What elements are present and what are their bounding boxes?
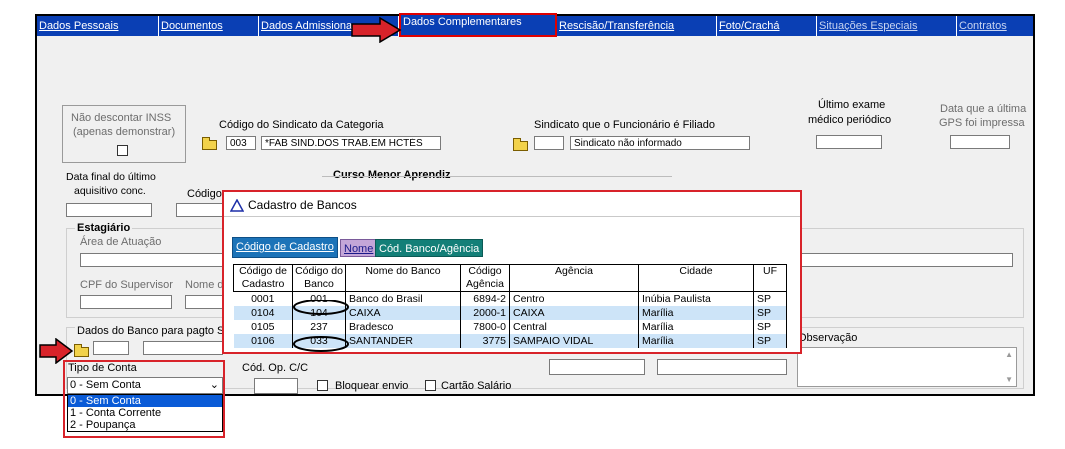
dialog-tab-cod-banco-agencia[interactable]: Cód. Banco/Agência <box>375 239 484 257</box>
observacao-textarea[interactable]: ▲ ▼ <box>797 347 1017 387</box>
cell-agencia: Central <box>509 320 639 334</box>
banco-label: Dados do Banco para pagto S <box>75 325 227 337</box>
dialog-title: Cadastro de Bancos <box>248 198 357 212</box>
tab-rescisao-transferencia[interactable]: Rescisão/Transferência <box>557 16 717 36</box>
col-header-codigo-agencia[interactable]: Código Agência <box>460 264 510 292</box>
inss-label-line1: Não descontar INSS <box>71 112 172 124</box>
cell-uf: SP <box>753 320 787 334</box>
folder-icon[interactable] <box>512 138 528 151</box>
cell-uf: SP <box>753 306 787 320</box>
cpf-supervisor-field[interactable] <box>80 295 172 309</box>
annotation-ellipses <box>293 300 349 352</box>
tab-situacoes-especiais[interactable]: Situações Especiais <box>817 16 957 36</box>
inss-label-line2: (apenas demonstrar) <box>73 126 176 138</box>
banco-code-field[interactable] <box>93 341 129 355</box>
field-right-1[interactable] <box>549 359 645 375</box>
sindicato-label: Código do Sindicato da Categoria <box>219 119 384 131</box>
cell-cidade: Inúbia Paulista <box>638 291 754 306</box>
estagiario-title: Estagiário <box>75 222 133 234</box>
title-divider <box>224 216 800 217</box>
cadastro-bancos-dialog: Cadastro de Bancos Código de Cadastro No… <box>222 190 802 354</box>
codigo-field[interactable] <box>176 203 224 217</box>
scroll-up-icon[interactable]: ▲ <box>1005 350 1013 359</box>
col-header-nome-banco[interactable]: Nome do Banco <box>345 264 461 292</box>
cell-codigo-agencia: 6894-2 <box>460 291 510 306</box>
dialog-tab-codigo-cadastro[interactable]: Código de Cadastro <box>232 237 338 258</box>
tab-bar: Dados Pessoais Documentos Dados Admissio… <box>37 13 1033 37</box>
cell-cidade: Marília <box>638 334 754 348</box>
cell-nome-banco: SANTANDER <box>345 334 461 348</box>
cell-cidade: Marília <box>638 320 754 334</box>
cell-agencia: SAMPAIO VIDAL <box>509 334 639 348</box>
tab-contratos[interactable]: Contratos <box>957 16 1033 36</box>
scroll-down-icon[interactable]: ▼ <box>1005 375 1013 384</box>
gps-date-field[interactable] <box>950 135 1010 149</box>
cell-codigo-cadastro: 0104 <box>233 306 293 320</box>
cell-nome-banco: Banco do Brasil <box>345 291 461 306</box>
banco-name-field[interactable] <box>143 341 223 355</box>
cpf-supervisor-label: CPF do Supervisor <box>80 279 173 291</box>
cartao-salario-label: Cartão Salário <box>441 380 512 392</box>
field-right-2[interactable] <box>657 359 787 375</box>
cell-uf: SP <box>753 334 787 348</box>
area-atuacao-label: Área de Atuação <box>80 236 162 248</box>
col-header-agencia[interactable]: Agência <box>509 264 639 292</box>
sindicato-filiado-name-field[interactable] <box>570 136 750 150</box>
curso-menor-aprendiz-label: Curso Menor Aprendiz <box>333 169 451 181</box>
cell-codigo-cadastro: 0001 <box>233 291 293 306</box>
folder-icon[interactable] <box>201 137 217 150</box>
cod-op-field[interactable] <box>254 378 298 394</box>
cell-uf: SP <box>753 291 787 306</box>
area-atuacao-field[interactable] <box>80 253 224 267</box>
sindicato-code-field[interactable] <box>226 136 256 150</box>
sindicato-filiado-label: Sindicato que o Funcionário é Filiado <box>534 119 716 131</box>
cell-codigo-cadastro: 0105 <box>233 320 293 334</box>
cell-cidade: Marília <box>638 306 754 320</box>
observacao-label: Observação <box>798 332 858 344</box>
nome-supervisor-field[interactable] <box>185 295 223 309</box>
tab-documentos[interactable]: Documentos <box>159 16 259 36</box>
highlight-tipo-conta <box>63 360 225 438</box>
tab-dados-complementares[interactable]: Dados Complementares <box>399 13 557 37</box>
cell-codigo-agencia: 3775 <box>460 334 510 348</box>
area-atuacao-field-right[interactable] <box>800 253 1013 267</box>
gps-label-line2: GPS foi impressa <box>939 117 1025 129</box>
dialog-tab-nome[interactable]: Nome <box>340 239 378 257</box>
col-header-codigo-banco[interactable]: Código do Banco <box>292 264 346 292</box>
inss-checkbox[interactable] <box>117 145 128 156</box>
cartao-salario-checkbox[interactable] <box>425 380 436 391</box>
codigo-label: Código <box>187 188 222 200</box>
aquisitivo-label-line1: Data final do último <box>66 171 156 183</box>
aquisitivo-label-line2: aquisitivo conc. <box>74 185 146 197</box>
cell-codigo-agencia: 2000-1 <box>460 306 510 320</box>
cod-op-label: Cód. Op. C/C <box>242 362 309 374</box>
gps-label-line1: Data que a última <box>940 103 1027 115</box>
cell-nome-banco: CAIXA <box>345 306 461 320</box>
cell-nome-banco: Bradesco <box>345 320 461 334</box>
bloquear-envio-checkbox[interactable] <box>317 380 328 391</box>
tab-foto-cracha[interactable]: Foto/Crachá <box>717 16 817 36</box>
curso-divider <box>322 176 672 177</box>
col-header-uf[interactable]: UF <box>753 264 787 292</box>
col-header-codigo-cadastro[interactable]: Código de Cadastro <box>233 264 293 292</box>
exame-label-line2: médico periódico <box>808 114 892 126</box>
arrow-icon <box>351 17 402 43</box>
nome-supervisor-label: Nome d <box>185 279 224 291</box>
exame-label-line1: Último exame <box>818 99 886 111</box>
folder-icon[interactable] <box>73 344 89 357</box>
cell-agencia: CAIXA <box>509 306 639 320</box>
col-header-cidade[interactable]: Cidade <box>638 264 754 292</box>
cell-codigo-cadastro: 0106 <box>233 334 293 348</box>
bloquear-envio-label: Bloquear envio <box>335 380 409 392</box>
cell-agencia: Centro <box>509 291 639 306</box>
aquisitivo-date-field[interactable] <box>66 203 152 217</box>
sindicato-filiado-code-field[interactable] <box>534 136 564 150</box>
sindicato-name-field[interactable] <box>261 136 441 150</box>
cell-codigo-agencia: 7800-0 <box>460 320 510 334</box>
tab-dados-pessoais[interactable]: Dados Pessoais <box>37 16 159 36</box>
exame-date-field[interactable] <box>816 135 882 149</box>
warning-triangle-icon <box>230 199 244 212</box>
